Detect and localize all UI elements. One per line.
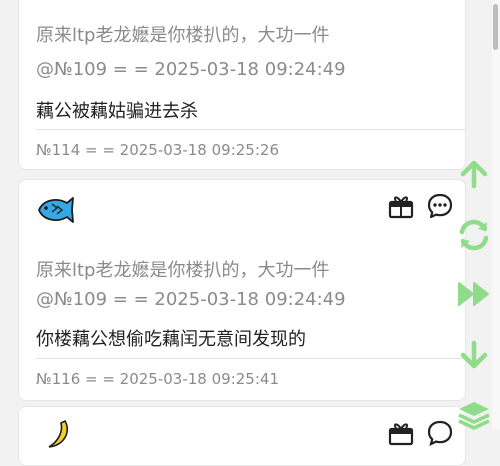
post-feed: 原来ltp老龙嬷是你楼扒的，大功一件 @№109 = = 2025-03-18 … <box>0 0 500 466</box>
quote-reference[interactable]: @№109 = = 2025-03-18 09:24:49 <box>36 59 346 80</box>
comment-icon[interactable] <box>426 192 454 220</box>
quoted-text: 原来ltp老龙嬷是你楼扒的，大功一件 <box>36 260 330 281</box>
divider <box>36 129 465 130</box>
post-card <box>18 406 466 466</box>
post-content: 藕公被藕姑骗进去杀 <box>36 101 198 122</box>
post-meta: №116 = = 2025-03-18 09:25:41 <box>36 370 279 388</box>
gift-icon[interactable] <box>387 419 415 447</box>
scrollbar[interactable] <box>492 0 500 430</box>
gift-icon[interactable] <box>387 192 415 220</box>
layers-icon[interactable] <box>456 398 492 434</box>
refresh-icon[interactable] <box>456 217 492 253</box>
post-meta: №114 = = 2025-03-18 09:25:26 <box>36 141 279 159</box>
divider <box>36 358 465 359</box>
post-card: 原来ltp老龙嬷是你楼扒的，大功一件 @№109 = = 2025-03-18 … <box>18 0 466 170</box>
post-content: 你楼藕公想偷吃藕闰无意间发现的 <box>36 329 306 350</box>
fish-avatar <box>38 197 74 223</box>
arrow-down-icon[interactable] <box>456 337 492 373</box>
scrollbar-thumb[interactable] <box>493 4 498 50</box>
quote-reference[interactable]: @№109 = = 2025-03-18 09:24:49 <box>36 289 346 310</box>
post-card: 原来ltp老龙嬷是你楼扒的，大功一件 @№109 = = 2025-03-18 … <box>18 179 466 401</box>
quoted-text: 原来ltp老龙嬷是你楼扒的，大功一件 <box>36 25 330 46</box>
comment-icon[interactable] <box>426 419 454 447</box>
arrow-up-icon[interactable] <box>456 156 492 192</box>
fast-forward-icon[interactable] <box>456 276 492 312</box>
banana-avatar <box>48 419 69 448</box>
